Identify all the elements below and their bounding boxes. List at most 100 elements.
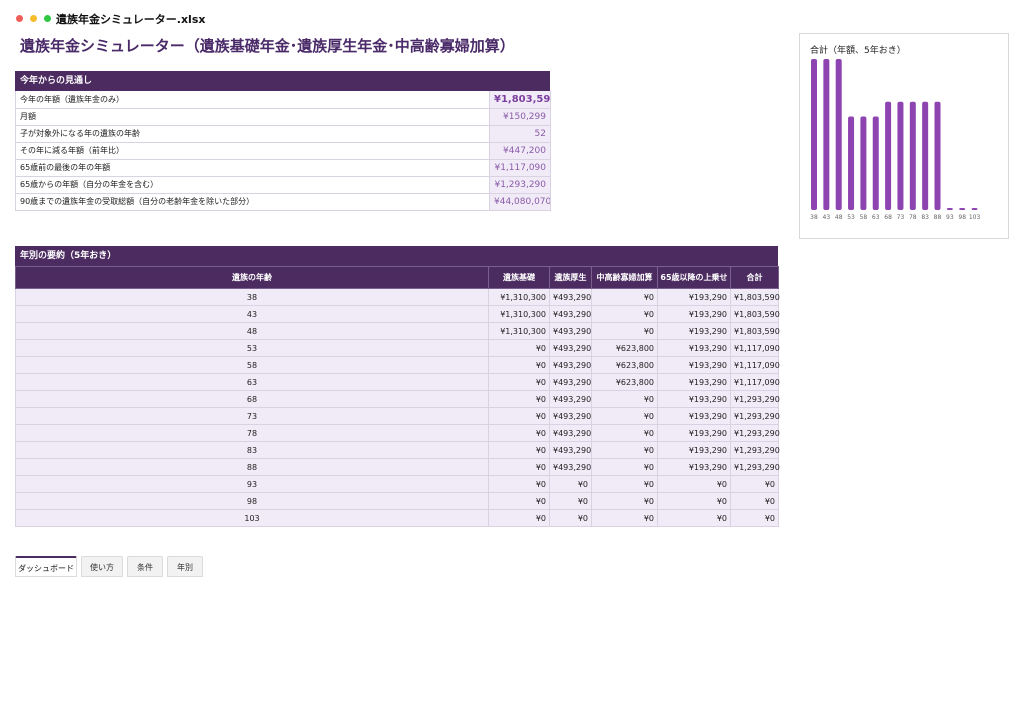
table-cell[interactable]: ¥0 [488,356,550,374]
table-cell[interactable]: ¥1,803,590 [730,305,780,323]
table-cell[interactable]: ¥1,803,590 [730,322,780,340]
outlook-label[interactable]: 今年の年額（遺族年金のみ） [15,91,490,109]
column-header[interactable]: 合計 [730,266,779,289]
outlook-value[interactable]: ¥150,299 [489,108,551,126]
table-cell[interactable]: ¥1,293,290 [730,390,780,408]
table-cell[interactable]: ¥0 [730,509,779,527]
table-cell[interactable]: ¥0 [591,458,658,476]
table-cell[interactable]: 103 [15,509,489,527]
table-cell[interactable]: ¥1,310,300 [488,322,550,340]
chart-bar[interactable] [848,116,855,210]
table-cell[interactable]: ¥193,290 [657,373,731,391]
table-cell[interactable]: 83 [15,441,489,459]
table-cell[interactable]: ¥493,290 [549,305,592,323]
table-cell[interactable]: ¥1,293,290 [730,458,780,476]
table-cell[interactable]: ¥0 [730,492,779,510]
close-window-button[interactable] [16,15,23,22]
table-cell[interactable]: ¥0 [591,441,658,459]
table-cell[interactable]: ¥1,293,290 [730,407,780,425]
table-cell[interactable]: ¥1,310,300 [488,305,550,323]
chart-bar[interactable] [885,101,892,210]
table-cell[interactable]: ¥1,310,300 [488,288,550,306]
table-cell[interactable]: ¥0 [591,509,658,527]
chart-bar[interactable] [823,59,830,210]
chart-bar[interactable] [860,116,867,210]
table-cell[interactable]: ¥1,117,090 [730,373,780,391]
outlook-value[interactable]: 52 [489,125,551,143]
outlook-label[interactable]: その年に減る年額（前年比） [15,142,490,160]
sheet-tab[interactable]: 年別 [167,556,203,577]
table-cell[interactable]: ¥0 [591,407,658,425]
table-cell[interactable]: ¥493,290 [549,288,592,306]
table-cell[interactable]: ¥0 [488,509,550,527]
chart-bar[interactable] [946,208,953,210]
table-cell[interactable]: ¥0 [591,492,658,510]
table-cell[interactable]: ¥0 [488,458,550,476]
table-cell[interactable]: ¥0 [549,475,592,493]
table-cell[interactable]: 43 [15,305,489,323]
table-cell[interactable]: ¥0 [730,475,779,493]
chart-bar[interactable] [959,208,966,210]
table-cell[interactable]: ¥1,803,590 [730,288,780,306]
table-cell[interactable]: ¥493,290 [549,441,592,459]
outlook-value[interactable]: ¥1,803,590 [489,91,551,109]
table-cell[interactable]: 68 [15,390,489,408]
table-cell[interactable]: ¥0 [591,390,658,408]
table-cell[interactable]: ¥0 [657,509,731,527]
maximize-window-button[interactable] [44,15,51,22]
outlook-label[interactable]: 65歳前の最後の年の年額 [15,159,490,177]
table-cell[interactable]: ¥193,290 [657,441,731,459]
chart-bar[interactable] [872,116,879,210]
chart-bar[interactable] [909,101,916,210]
table-cell[interactable]: ¥493,290 [549,322,592,340]
table-cell[interactable]: 63 [15,373,489,391]
table-cell[interactable]: ¥493,290 [549,424,592,442]
table-cell[interactable]: ¥193,290 [657,424,731,442]
table-cell[interactable]: ¥0 [657,475,731,493]
outlook-value[interactable]: ¥1,117,090 [489,159,551,177]
table-cell[interactable]: ¥0 [591,322,658,340]
table-cell[interactable]: 53 [15,339,489,357]
table-cell[interactable]: ¥193,290 [657,288,731,306]
table-cell[interactable]: ¥0 [488,407,550,425]
column-header[interactable]: 中高齢寡婦加算 [591,266,658,289]
table-cell[interactable]: 48 [15,322,489,340]
table-cell[interactable]: ¥0 [488,339,550,357]
table-cell[interactable]: ¥493,290 [549,390,592,408]
table-cell[interactable]: ¥493,290 [549,356,592,374]
table-cell[interactable]: ¥193,290 [657,407,731,425]
table-cell[interactable]: ¥0 [488,492,550,510]
table-cell[interactable]: ¥0 [549,492,592,510]
table-cell[interactable]: ¥493,290 [549,458,592,476]
table-cell[interactable]: ¥493,290 [549,373,592,391]
table-cell[interactable]: ¥0 [488,390,550,408]
table-cell[interactable]: ¥193,290 [657,322,731,340]
table-cell[interactable]: ¥0 [488,441,550,459]
chart-bar[interactable] [922,101,929,210]
table-cell[interactable]: 93 [15,475,489,493]
table-cell[interactable]: ¥1,293,290 [730,424,780,442]
table-cell[interactable]: 73 [15,407,489,425]
table-cell[interactable]: ¥0 [591,288,658,306]
outlook-value[interactable]: ¥1,293,290 [489,176,551,194]
sheet-tab[interactable]: 条件 [127,556,163,577]
outlook-label[interactable]: 月額 [15,108,490,126]
table-cell[interactable]: 58 [15,356,489,374]
outlook-label[interactable]: 子が対象外になる年の遺族の年齢 [15,125,490,143]
column-header[interactable]: 65歳以降の上乗せ [657,266,731,289]
table-cell[interactable]: ¥623,800 [591,356,658,374]
table-cell[interactable]: ¥193,290 [657,458,731,476]
table-cell[interactable]: ¥0 [549,509,592,527]
table-cell[interactable]: 88 [15,458,489,476]
table-cell[interactable]: ¥623,800 [591,339,658,357]
table-cell[interactable]: ¥0 [488,373,550,391]
sheet-tab[interactable]: ダッシュボード [15,556,77,577]
table-cell[interactable]: ¥623,800 [591,373,658,391]
table-cell[interactable]: ¥0 [591,424,658,442]
chart-bar[interactable] [897,101,904,210]
table-cell[interactable]: ¥1,293,290 [730,441,780,459]
column-header[interactable]: 遺族厚生 [549,266,592,289]
table-cell[interactable]: 78 [15,424,489,442]
chart-bar[interactable] [835,59,842,210]
table-cell[interactable]: ¥0 [657,492,731,510]
